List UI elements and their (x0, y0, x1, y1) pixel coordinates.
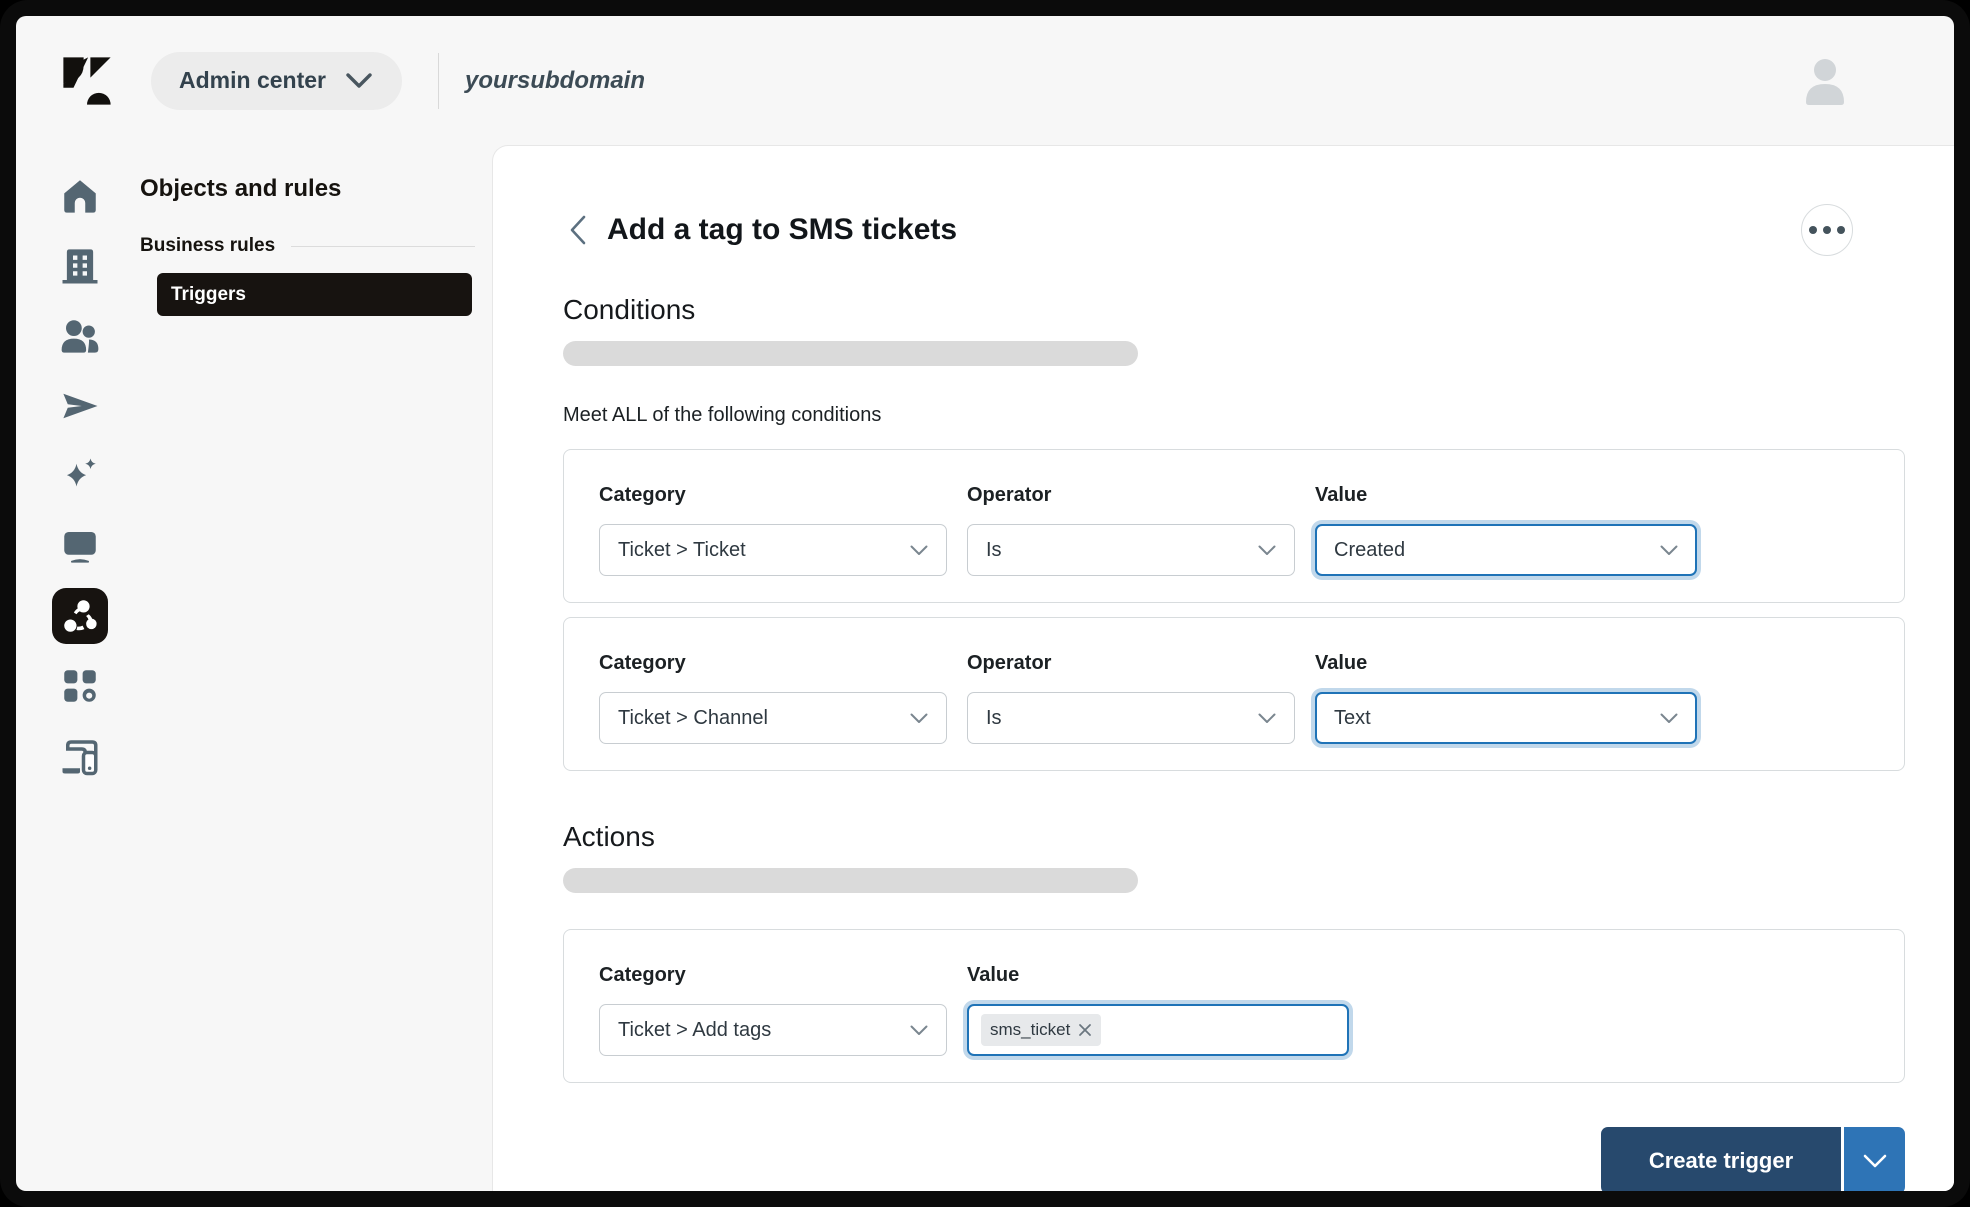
chevron-down-icon (1258, 545, 1276, 556)
sidebar: Objects and rules Business rules Trigger… (16, 145, 492, 1191)
category-field: Category Ticket > Add tags (599, 964, 947, 1056)
condition-card: Category Ticket > Ticket Operator Is (563, 449, 1905, 603)
devices-icon[interactable] (52, 728, 108, 784)
top-bar: Admin center yoursubdomain (16, 16, 1954, 145)
category-select-value: Ticket > Ticket (618, 539, 910, 562)
window-frame: Admin center yoursubdomain (0, 0, 1970, 1207)
value-select-value: Created (1334, 539, 1660, 562)
footer-actions: Create trigger (563, 1127, 1905, 1191)
create-trigger-split-button: Create trigger (1601, 1127, 1905, 1191)
operator-select-value: Is (986, 539, 1258, 562)
conditions-heading: Conditions (563, 294, 1905, 326)
chevron-down-icon (910, 1025, 928, 1036)
send-icon[interactable] (52, 378, 108, 434)
category-label: Category (599, 964, 947, 987)
operator-select[interactable]: Is (967, 524, 1295, 576)
operator-label: Operator (967, 652, 1295, 675)
actions-description-skeleton (563, 868, 1138, 893)
category-select-value: Ticket > Add tags (618, 1019, 910, 1042)
tag-remove-icon[interactable] (1078, 1023, 1092, 1037)
category-select[interactable]: Ticket > Channel (599, 692, 947, 744)
section-divider (291, 246, 475, 247)
category-label: Category (599, 484, 947, 507)
subdomain-label: yoursubdomain (465, 67, 645, 95)
tag-pill: sms_ticket (981, 1014, 1101, 1046)
zendesk-logo-icon (60, 54, 114, 108)
create-trigger-caret-button[interactable] (1844, 1127, 1905, 1191)
operator-select[interactable]: Is (967, 692, 1295, 744)
user-avatar[interactable] (1798, 54, 1852, 108)
monitor-icon[interactable] (52, 518, 108, 574)
admin-center-app: Admin center yoursubdomain (16, 16, 1954, 1191)
operator-field: Operator Is (967, 484, 1295, 576)
category-select[interactable]: Ticket > Ticket (599, 524, 947, 576)
apps-icon[interactable] (52, 658, 108, 714)
ellipsis-icon (1809, 226, 1817, 234)
back-button[interactable] (563, 213, 593, 247)
sidebar-item-label: Triggers (171, 284, 246, 306)
overflow-menu-button[interactable] (1801, 204, 1853, 256)
sparkles-icon[interactable] (52, 448, 108, 504)
product-switcher-button[interactable]: Admin center (151, 52, 402, 110)
category-select-value: Ticket > Channel (618, 707, 910, 730)
sidebar-nav-panel: Objects and rules Business rules Trigger… (108, 145, 492, 1191)
create-trigger-button[interactable]: Create trigger (1601, 1127, 1841, 1191)
match-all-text: Meet ALL of the following conditions (563, 404, 1905, 427)
people-icon[interactable] (52, 308, 108, 364)
product-switcher-label: Admin center (179, 67, 326, 94)
category-select[interactable]: Ticket > Add tags (599, 1004, 947, 1056)
value-field: Value sms_ticket (967, 964, 1349, 1056)
sidebar-heading: Objects and rules (140, 175, 492, 203)
sidebar-section-business-rules: Business rules (140, 235, 492, 257)
operator-field: Operator Is (967, 652, 1295, 744)
value-label: Value (1315, 652, 1697, 675)
value-field: Value Created (1315, 484, 1697, 576)
chevron-down-icon (346, 73, 372, 89)
topbar-divider (438, 53, 439, 109)
value-select[interactable]: Text (1315, 692, 1697, 744)
icon-rail (16, 145, 108, 1191)
home-icon[interactable] (52, 168, 108, 224)
tag-text: sms_ticket (990, 1020, 1070, 1040)
page-header: Add a tag to SMS tickets (563, 204, 1905, 256)
value-label: Value (967, 964, 1349, 987)
chevron-down-icon (1660, 713, 1678, 724)
actions-heading: Actions (563, 821, 1905, 853)
condition-card: Category Ticket > Channel Operator Is (563, 617, 1905, 771)
chevron-down-icon (1258, 713, 1276, 724)
page-title: Add a tag to SMS tickets (607, 213, 957, 247)
action-card: Category Ticket > Add tags Value sms_tic… (563, 929, 1905, 1083)
organization-icon[interactable] (52, 238, 108, 294)
sidebar-item-triggers[interactable]: Triggers (157, 273, 472, 316)
conditions-description-skeleton (563, 341, 1138, 366)
value-field: Value Text (1315, 652, 1697, 744)
sidebar-section-label: Business rules (140, 235, 275, 257)
chevron-down-icon (1660, 545, 1678, 556)
chevron-down-icon (1863, 1154, 1887, 1168)
category-field: Category Ticket > Ticket (599, 484, 947, 576)
value-select[interactable]: Created (1315, 524, 1697, 576)
category-field: Category Ticket > Channel (599, 652, 947, 744)
operator-label: Operator (967, 484, 1295, 507)
value-select-value: Text (1334, 707, 1660, 730)
tags-input[interactable]: sms_ticket (967, 1004, 1349, 1056)
chevron-left-icon (569, 215, 587, 245)
operator-select-value: Is (986, 707, 1258, 730)
chevron-down-icon (910, 713, 928, 724)
app-body: Objects and rules Business rules Trigger… (16, 145, 1954, 1191)
objects-rules-icon[interactable] (52, 588, 108, 644)
category-label: Category (599, 652, 947, 675)
main-panel: Add a tag to SMS tickets Conditions Meet… (492, 145, 1954, 1191)
chevron-down-icon (910, 545, 928, 556)
value-label: Value (1315, 484, 1697, 507)
